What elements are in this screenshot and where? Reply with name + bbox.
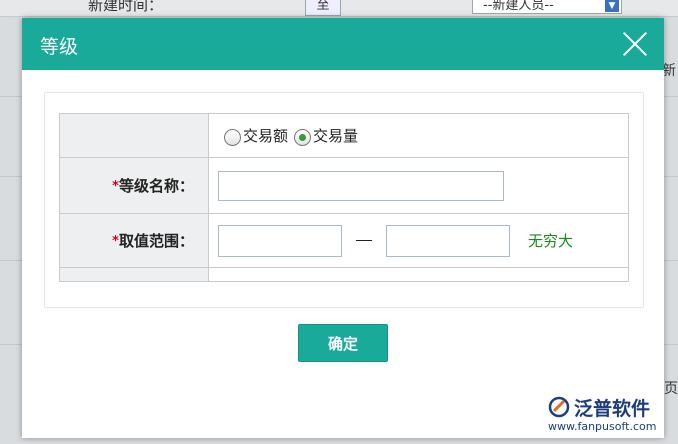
background-select-value: --新建人员-- xyxy=(483,0,554,13)
form-label-cell xyxy=(59,267,209,282)
radio-volume-label[interactable]: 交易量 xyxy=(313,125,358,146)
level-dialog: 等级 交易额 交易量 *等级名称： *取值范围： 无穷大 确定 xyxy=(22,18,664,438)
metric-radio-group: 交易额 交易量 xyxy=(210,125,627,146)
background-field-value: 至 xyxy=(305,0,341,16)
range-min-input[interactable] xyxy=(218,224,342,257)
level-name-input[interactable] xyxy=(218,170,504,201)
level-name-label: 等级名称： xyxy=(118,177,194,195)
table-row xyxy=(59,267,629,282)
range-separator xyxy=(356,240,372,241)
required-mark: * xyxy=(112,179,119,194)
radio-amount-label[interactable]: 交易额 xyxy=(243,125,288,146)
brand-name: 泛普软件 xyxy=(574,398,651,420)
table-row: 交易额 交易量 xyxy=(59,113,629,158)
close-icon[interactable] xyxy=(622,30,648,56)
radio-amount[interactable] xyxy=(224,129,241,146)
chevron-down-icon: ▼ xyxy=(605,0,619,12)
dialog-header: 等级 xyxy=(22,18,664,70)
infinity-link[interactable]: 无穷大 xyxy=(528,230,573,251)
range-inputs: 无穷大 xyxy=(210,224,627,257)
brand-logo-icon xyxy=(548,396,570,418)
table-row: *取值范围： 无穷大 xyxy=(59,213,629,268)
dialog-title: 等级 xyxy=(40,36,79,58)
brand-url: www.fanpusoft.com xyxy=(548,420,657,433)
form-label-cell: *等级名称： xyxy=(59,157,209,214)
range-max-input[interactable] xyxy=(386,224,510,257)
required-mark: * xyxy=(112,234,119,249)
form-container: 交易额 交易量 *等级名称： *取值范围： 无穷大 xyxy=(44,92,644,308)
form-value-cell xyxy=(208,157,629,214)
confirm-button[interactable]: 确定 xyxy=(298,324,388,362)
level-form-table: 交易额 交易量 *等级名称： *取值范围： 无穷大 xyxy=(59,113,629,282)
background-right-text: 新 xyxy=(662,63,676,79)
radio-volume[interactable] xyxy=(294,129,312,146)
form-value-cell: 交易额 交易量 xyxy=(208,113,629,158)
form-label-cell: *取值范围： xyxy=(59,213,209,268)
background-field-label: 新建时间： xyxy=(88,0,164,14)
table-row: *等级名称： xyxy=(59,157,629,214)
value-range-label: 取值范围： xyxy=(118,232,194,250)
background-right-text: 页 xyxy=(664,381,678,397)
form-label-cell xyxy=(59,113,209,158)
form-value-cell: 无穷大 xyxy=(208,213,629,268)
background-creator-select: --新建人员-- ▼ xyxy=(472,0,622,14)
form-value-cell xyxy=(208,267,629,282)
